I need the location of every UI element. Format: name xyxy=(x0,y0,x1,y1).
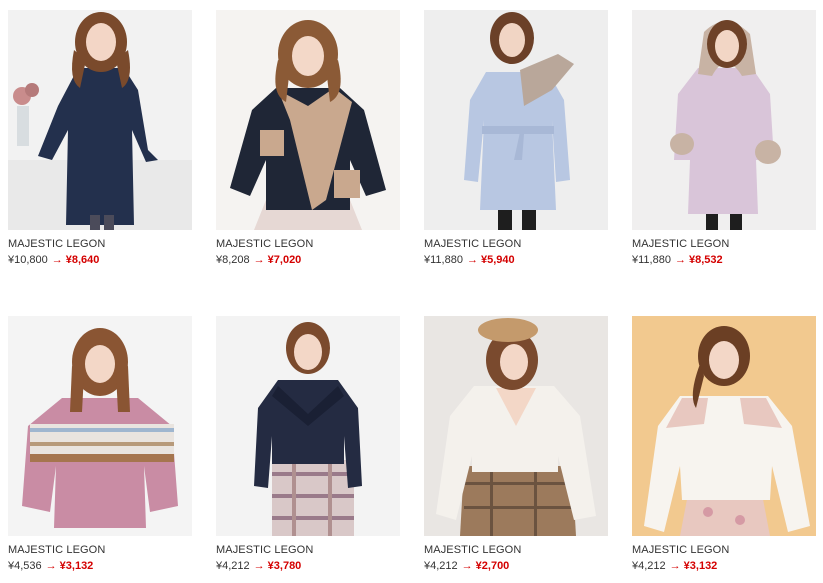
product-card[interactable]: MAJESTIC LEGON ¥4,212 → ¥2,700 xyxy=(424,316,608,573)
product-image[interactable] xyxy=(424,316,608,536)
product-photo-lavender-hooded-coat xyxy=(632,10,816,230)
product-image[interactable] xyxy=(8,316,192,536)
sale-price: ¥3,132 xyxy=(683,560,718,572)
product-photo-white-vneck-knit xyxy=(424,316,608,536)
original-price: ¥11,880 xyxy=(424,254,463,266)
product-price: ¥8,208 → ¥7,020 xyxy=(216,253,400,267)
product-brand[interactable]: MAJESTIC LEGON xyxy=(632,237,816,251)
product-card[interactable]: MAJESTIC LEGON ¥4,212 → ¥3,132 xyxy=(632,316,816,573)
product-price: ¥4,212 → ¥3,132 xyxy=(632,559,816,573)
product-brand[interactable]: MAJESTIC LEGON xyxy=(424,237,608,251)
product-price: ¥4,536 → ¥3,132 xyxy=(8,559,192,573)
product-card[interactable]: MAJESTIC LEGON ¥11,880 → ¥8,532 xyxy=(632,10,816,267)
sale-price: ¥2,700 xyxy=(475,560,510,572)
product-image[interactable] xyxy=(216,316,400,536)
original-price: ¥4,212 xyxy=(424,560,458,572)
price-arrow-icon: → xyxy=(253,254,265,266)
product-image[interactable] xyxy=(632,10,816,230)
product-image[interactable] xyxy=(216,10,400,230)
product-brand[interactable]: MAJESTIC LEGON xyxy=(424,543,608,557)
product-brand[interactable]: MAJESTIC LEGON xyxy=(216,543,400,557)
product-photo-navy-frill-knit xyxy=(216,316,400,536)
sale-price: ¥3,132 xyxy=(59,560,94,572)
product-image[interactable] xyxy=(424,10,608,230)
product-brand[interactable]: MAJESTIC LEGON xyxy=(216,237,400,251)
price-arrow-icon: → xyxy=(461,560,473,572)
price-arrow-icon: → xyxy=(466,254,478,266)
product-card[interactable]: MAJESTIC LEGON ¥8,208 → ¥7,020 xyxy=(216,10,400,267)
product-brand[interactable]: MAJESTIC LEGON xyxy=(8,543,192,557)
product-photo-navy-coat xyxy=(8,10,192,230)
product-photo-pink-fringe-knit xyxy=(8,316,192,536)
price-arrow-icon: → xyxy=(45,560,57,572)
product-image[interactable] xyxy=(8,10,192,230)
product-price: ¥11,880 → ¥5,940 xyxy=(424,253,608,267)
original-price: ¥8,208 xyxy=(216,254,250,266)
product-price: ¥10,800 → ¥8,640 xyxy=(8,253,192,267)
product-card[interactable]: MAJESTIC LEGON ¥11,880 → ¥5,940 xyxy=(424,10,608,267)
original-price: ¥4,536 xyxy=(8,560,42,572)
product-photo-ivory-lace-knit xyxy=(632,316,816,536)
original-price: ¥11,880 xyxy=(632,254,671,266)
product-grid: MAJESTIC LEGON ¥10,800 → ¥8,640 MAJESTIC… xyxy=(0,0,823,583)
price-arrow-icon: → xyxy=(669,560,681,572)
sale-price: ¥7,020 xyxy=(267,254,302,266)
product-card[interactable]: MAJESTIC LEGON ¥4,536 → ¥3,132 xyxy=(8,316,192,573)
product-card[interactable]: MAJESTIC LEGON ¥10,800 → ¥8,640 xyxy=(8,10,192,267)
sale-price: ¥8,640 xyxy=(65,254,100,266)
sale-price: ¥5,940 xyxy=(480,254,515,266)
product-brand[interactable]: MAJESTIC LEGON xyxy=(632,543,816,557)
sale-price: ¥3,780 xyxy=(267,560,302,572)
product-price: ¥11,880 → ¥8,532 xyxy=(632,253,816,267)
product-image[interactable] xyxy=(632,316,816,536)
price-arrow-icon: → xyxy=(253,560,265,572)
product-card[interactable]: MAJESTIC LEGON ¥4,212 → ¥3,780 xyxy=(216,316,400,573)
original-price: ¥4,212 xyxy=(632,560,666,572)
sale-price: ¥8,532 xyxy=(688,254,723,266)
product-brand[interactable]: MAJESTIC LEGON xyxy=(8,237,192,251)
original-price: ¥10,800 xyxy=(8,254,48,266)
product-photo-blue-fur-coat xyxy=(424,10,608,230)
product-photo-mouton-jacket xyxy=(216,10,400,230)
product-price: ¥4,212 → ¥3,780 xyxy=(216,559,400,573)
original-price: ¥4,212 xyxy=(216,560,250,572)
price-arrow-icon: → xyxy=(51,254,63,266)
product-price: ¥4,212 → ¥2,700 xyxy=(424,559,608,573)
price-arrow-icon: → xyxy=(674,254,686,266)
